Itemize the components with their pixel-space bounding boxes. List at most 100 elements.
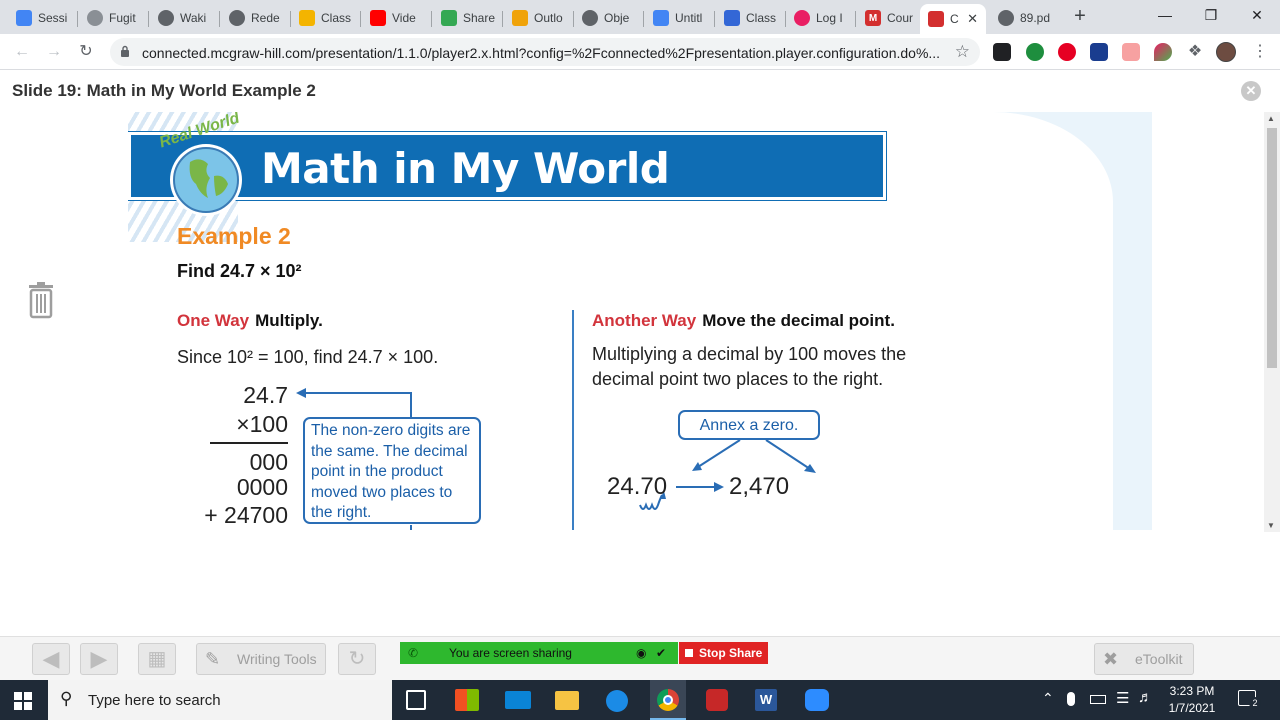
- shield-icon: ◉: [636, 646, 647, 660]
- store-icon[interactable]: [455, 689, 479, 711]
- one-way-heading: One Way Multiply.: [177, 311, 323, 330]
- another-way-text-line1: Multiplying a decimal by 100 moves the: [592, 344, 907, 364]
- search-icon: ⚲: [60, 689, 73, 708]
- writing-tools-button[interactable]: ✎ Writing Tools: [196, 643, 326, 675]
- mult-row: ×100: [236, 411, 288, 437]
- snipping-tool-icon[interactable]: [706, 689, 728, 711]
- extension-icon[interactable]: [993, 43, 1011, 61]
- phone-icon: ✆: [408, 646, 419, 660]
- next-slide-button[interactable]: ▶: [80, 643, 118, 675]
- notification-icon[interactable]: 2: [1238, 690, 1261, 709]
- decimal-from: 24.70: [607, 473, 668, 500]
- mult-row: 24.7: [243, 382, 288, 408]
- address-bar[interactable]: connected.mcgraw-hill.com/presentation/1…: [110, 38, 980, 66]
- volume-icon[interactable]: ♬: [1138, 689, 1153, 706]
- browser-tab[interactable]: Waki: [150, 4, 220, 32]
- url-text: connected.mcgraw-hill.com/presentation/1…: [142, 45, 941, 61]
- microphone-icon[interactable]: [1067, 692, 1075, 706]
- annex-callout: Annex a zero.: [678, 410, 820, 440]
- mail-icon[interactable]: [505, 691, 531, 709]
- banner-title: Math in My World: [261, 144, 670, 193]
- edge-icon[interactable]: [606, 690, 628, 712]
- file-explorer-icon[interactable]: [555, 691, 579, 710]
- prev-slide-button[interactable]: ◀: [32, 643, 70, 675]
- tab-favicon-icon: [794, 10, 810, 26]
- mult-row: 0000: [236, 474, 288, 500]
- back-button[interactable]: ←: [10, 41, 34, 63]
- menu-kebab-icon[interactable]: ⋮: [1252, 41, 1268, 61]
- refresh-button[interactable]: ↻: [338, 643, 376, 675]
- browser-tab[interactable]: Fugit: [79, 4, 149, 32]
- windows-taskbar: ⚲ Type here to search W ⌃ ☰ ♬ 3:23 PM 1/…: [0, 680, 1280, 720]
- tab-favicon-icon: [370, 10, 386, 26]
- bookmark-star-icon[interactable]: ☆: [955, 42, 970, 62]
- browser-tab[interactable]: Obje: [574, 4, 644, 32]
- globe-icon: [170, 144, 242, 216]
- decimal-to: 2,470: [729, 473, 790, 500]
- tab-favicon-icon: [16, 10, 32, 26]
- another-way-text-line2: decimal point two places to the right.: [592, 369, 884, 389]
- extension-icon[interactable]: [1026, 43, 1044, 61]
- browser-tab[interactable]: Log I: [786, 4, 856, 32]
- task-view-icon[interactable]: [406, 690, 426, 710]
- pencil-icon: ✎: [205, 649, 221, 669]
- tab-favicon-icon: [512, 10, 528, 26]
- browser-tab[interactable]: Vide: [362, 4, 432, 32]
- extension-icon[interactable]: [1154, 43, 1172, 61]
- browser-tab[interactable]: Class: [716, 4, 786, 32]
- zoom-icon[interactable]: [805, 689, 829, 711]
- mult-row: + 24700: [204, 502, 288, 528]
- shield-check-icon: ✔: [656, 646, 667, 660]
- chrome-icon[interactable]: [650, 680, 686, 720]
- tab-favicon-icon: [928, 11, 944, 27]
- browser-tab[interactable]: M Cour: [857, 4, 927, 32]
- vertical-scrollbar[interactable]: ▲ ▼: [1264, 112, 1280, 532]
- profile-avatar[interactable]: [1216, 42, 1236, 62]
- wifi-icon[interactable]: ☰: [1116, 689, 1129, 707]
- new-tab-button[interactable]: +: [1068, 6, 1092, 28]
- close-tab-icon[interactable]: ✕: [967, 11, 978, 27]
- browser-tab[interactable]: Rede: [221, 4, 291, 32]
- find-problem: Find 24.7 × 10²: [177, 261, 302, 281]
- mult-rule: [210, 442, 288, 444]
- tab-favicon-icon: [87, 10, 103, 26]
- trash-icon[interactable]: [27, 281, 55, 319]
- tab-strip: Sessi Fugit Waki Rede Class Vide Share O…: [0, 0, 1280, 34]
- browser-tab[interactable]: Sessi: [8, 4, 78, 32]
- minimize-button[interactable]: —: [1142, 4, 1188, 26]
- close-player-button[interactable]: ✕: [1241, 81, 1261, 101]
- browser-tab[interactable]: Share: [433, 4, 503, 32]
- puzzle-icon[interactable]: ❖: [1186, 43, 1204, 61]
- screen-sharing-bar: ✆ You are screen sharing ◉ ✔: [400, 642, 678, 664]
- tab-favicon-icon: [582, 10, 598, 26]
- one-way-since-text: Since 10² = 100, find 24.7 × 100.: [177, 347, 439, 367]
- stop-icon: [685, 649, 693, 657]
- tab-favicon-icon: [158, 10, 174, 26]
- grid-view-button[interactable]: ▦: [138, 643, 176, 675]
- extension-icon[interactable]: [1090, 43, 1108, 61]
- windows-start-icon[interactable]: [14, 692, 32, 710]
- tray-chevron-icon[interactable]: ⌃: [1042, 690, 1054, 707]
- extension-icon[interactable]: [1122, 43, 1140, 61]
- tab-favicon-icon: [229, 10, 245, 26]
- browser-tab[interactable]: Class: [291, 4, 361, 32]
- restore-button[interactable]: ❐: [1188, 4, 1234, 26]
- pinterest-icon[interactable]: [1058, 43, 1076, 61]
- reload-button[interactable]: ↻: [74, 41, 98, 63]
- player-page: Slide 19: Math in My World Example 2 ✕ ▲…: [0, 70, 1280, 680]
- taskbar-search[interactable]: ⚲ Type here to search: [48, 680, 392, 720]
- close-window-button[interactable]: ✕: [1234, 4, 1280, 26]
- tab-favicon-icon: [653, 10, 669, 26]
- tools-icon: ✖: [1103, 649, 1119, 669]
- stop-share-button[interactable]: Stop Share: [679, 642, 768, 664]
- battery-icon[interactable]: [1090, 695, 1106, 704]
- word-icon[interactable]: W: [755, 689, 777, 711]
- forward-button[interactable]: →: [42, 41, 66, 63]
- etoolkit-button[interactable]: ✖ eToolkit: [1094, 643, 1194, 675]
- browser-tab-active[interactable]: C ✕: [920, 4, 986, 34]
- clock[interactable]: 3:23 PM 1/7/2021: [1160, 683, 1224, 717]
- browser-tab[interactable]: 89.pd: [990, 4, 1060, 32]
- browser-tab[interactable]: Untitl: [645, 4, 715, 32]
- browser-tab[interactable]: Outlo: [504, 4, 574, 32]
- example-title: Example 2: [177, 223, 291, 249]
